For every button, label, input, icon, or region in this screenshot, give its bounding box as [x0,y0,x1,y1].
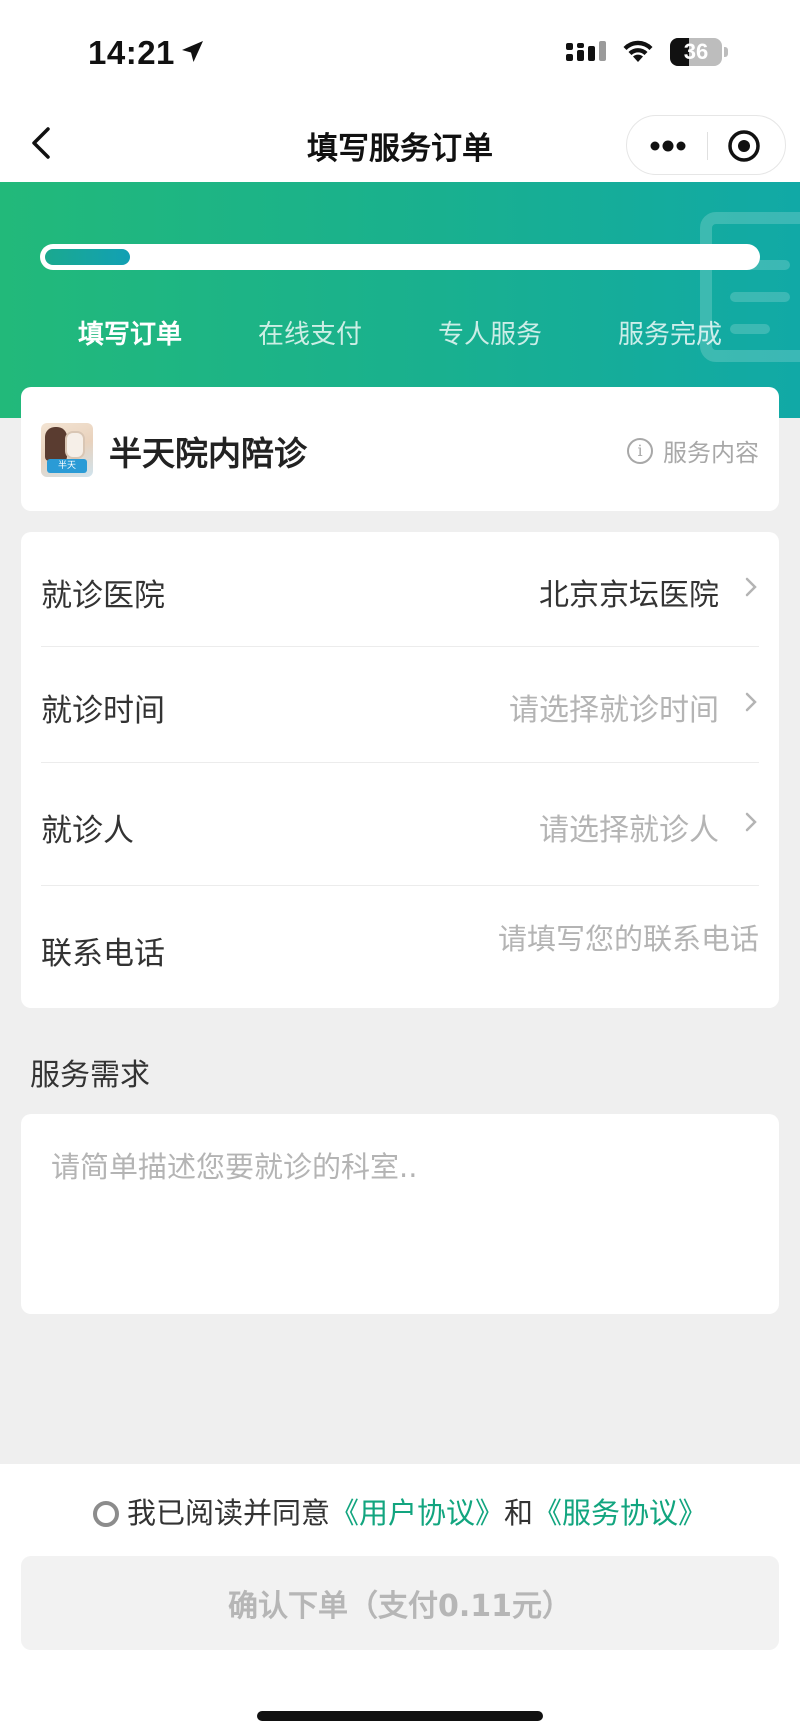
agreement-prefix: 我已阅读并同意 [126,1496,330,1530]
home-indicator [257,1711,543,1721]
phone-row: 联系电话 [41,886,779,1008]
service-agreement-link[interactable]: 《服务协议》 [533,1496,707,1530]
service-needs-card [21,1114,779,1314]
info-circle-icon: i [627,437,653,464]
row-label: 就诊时间 [41,693,165,729]
nav-bar: 填写服务订单 [0,105,800,182]
wifi-icon [623,40,653,62]
step-online-payment: 在线支付 [257,320,362,350]
user-agreement-link[interactable]: 《用户协议》 [330,1496,504,1530]
agreement-row: 我已阅读并同意《用户协议》和《服务协议》 [0,1490,800,1532]
service-content-link[interactable]: i 服务内容 [627,433,759,468]
location-arrow-icon [182,41,203,62]
progress-bar [40,244,760,270]
battery-level: 36 [683,39,709,64]
service-name: 半天院内陪诊 [109,434,307,473]
phone-input[interactable] [429,922,759,956]
status-bar: 14:21 36 [0,0,800,105]
step-dedicated-service: 专人服务 [437,320,542,350]
row-label: 联系电话 [41,936,165,972]
service-needs-textarea[interactable] [51,1144,751,1294]
order-form: 就诊医院 北京京坛医院 就诊时间 请选择就诊时间 就诊人 请选择就诊人 联系电话 [21,532,779,1008]
more-button[interactable] [627,116,707,176]
thumbnail-tag: 半天 [47,459,87,473]
hospital-value: 北京京坛医院 [539,578,719,613]
row-label: 就诊医院 [41,578,165,614]
service-thumbnail: 半天 [41,423,93,477]
chevron-right-icon [745,577,757,597]
miniprogram-capsule [626,115,786,175]
patient-row[interactable]: 就诊人 请选择就诊人 [41,763,779,886]
confirm-order-button[interactable]: 确认下单（支付0.11元） [21,1556,779,1650]
patient-value: 请选择就诊人 [539,813,719,848]
more-dots-icon [650,140,686,152]
agree-checkbox[interactable] [92,1501,119,1527]
cellular-signal-icon [566,41,606,61]
bottom-bar: 我已阅读并同意《用户协议》和《服务协议》 确认下单（支付0.11元） [0,1464,800,1734]
progress-fill [45,249,130,265]
visit-time-row[interactable]: 就诊时间 请选择就诊时间 [41,647,779,763]
status-time: 14:21 [88,34,175,71]
chevron-right-icon [745,812,757,832]
service-card: 半天 半天院内陪诊 i 服务内容 [21,387,779,511]
chevron-right-icon [745,692,757,712]
close-miniprogram-button[interactable] [708,116,787,176]
service-content-label: 服务内容 [663,439,759,467]
hospital-row[interactable]: 就诊医院 北京京坛医院 [41,532,779,647]
progress-header: 填写订单 在线支付 专人服务 服务完成 [0,182,800,418]
row-label: 就诊人 [41,813,134,849]
service-needs-title: 服务需求 [30,1058,150,1093]
step-fill-order: 填写订单 [77,320,182,350]
step-service-complete: 服务完成 [617,320,722,350]
agreement-joiner: 和 [504,1496,534,1530]
visit-time-value: 请选择就诊时间 [509,693,719,728]
target-circle-icon [728,130,760,162]
battery-icon: 36 [670,38,728,66]
